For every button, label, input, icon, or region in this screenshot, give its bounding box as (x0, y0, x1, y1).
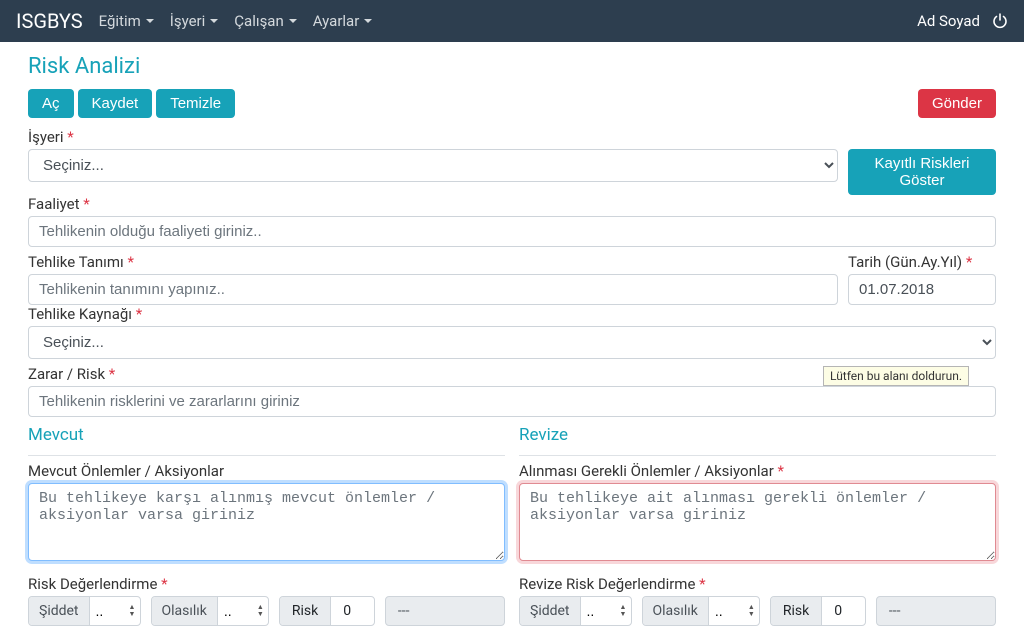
spinner-up-icon[interactable]: ▲ (748, 604, 755, 611)
spinner-down-icon[interactable]: ▼ (748, 611, 755, 618)
severity-label: Şiddet (520, 597, 581, 625)
hazard-def-input[interactable] (28, 274, 838, 305)
nav-label: Ayarlar (313, 12, 360, 30)
nav-ayarlar[interactable]: Ayarlar (313, 12, 373, 30)
risk-value: 0 (331, 597, 363, 625)
nav-label: Çalışan (234, 12, 283, 30)
show-saved-risks-button[interactable]: Kayıtlı Riskleri Göster (848, 149, 996, 195)
main-container: Risk Analizi Aç Kaydet Temizle Gönder İş… (0, 42, 1024, 642)
probability-input[interactable] (218, 597, 256, 625)
user-name: Ad Soyad (917, 12, 980, 30)
hazard-source-label: Tehlike Kaynağı * (28, 305, 996, 323)
spinner-down-icon[interactable]: ▼ (620, 611, 627, 618)
revised-risk-assessment-row: Şiddet ▲ ▼ Olasılık ▲ ▼ Risk (519, 596, 996, 626)
open-button[interactable]: Aç (28, 89, 74, 118)
revised-probability-input[interactable] (709, 597, 747, 625)
action-button-row: Aç Kaydet Temizle Gönder (28, 89, 996, 118)
brand-logo[interactable]: ISGBYS (16, 9, 83, 33)
current-section-title: Mevcut (28, 425, 505, 445)
two-column-section: Mevcut Mevcut Önlemler / Aksiyonlar Risk… (28, 423, 996, 626)
chevron-down-icon (364, 19, 372, 23)
revised-severity-input[interactable] (581, 597, 619, 625)
workplace-label: İşyeri * (28, 128, 838, 146)
revised-probability-group: Olasılık ▲ ▼ (642, 596, 760, 626)
severity-group: Şiddet ▲ ▼ (28, 596, 141, 626)
nav-isyeri[interactable]: İşyeri (170, 12, 219, 30)
damage-risk-input[interactable] (28, 386, 996, 417)
revised-column: Revize Alınması Gerekli Önlemler / Aksiy… (519, 423, 996, 626)
probability-spinner[interactable]: ▲ ▼ (256, 597, 268, 625)
spacer-label (848, 128, 996, 146)
chevron-down-icon (146, 19, 154, 23)
current-measures-textarea[interactable] (28, 483, 505, 561)
divider (519, 455, 996, 456)
workplace-row: İşyeri * Seçiniz... Kayıtlı Riskleri Gös… (28, 128, 996, 195)
nav-egitim[interactable]: Eğitim (99, 12, 154, 30)
revised-section-title: Revize (519, 425, 996, 445)
nav-label: İşyeri (170, 12, 206, 30)
navbar-right: Ad Soyad (917, 12, 1008, 30)
current-measures-label: Mevcut Önlemler / Aksiyonlar (28, 462, 505, 480)
risk-assessment-label: Risk Değerlendirme * (28, 575, 505, 593)
navbar-left: ISGBYS Eğitim İşyeri Çalışan Ayarlar (16, 9, 372, 33)
hazard-def-label: Tehlike Tanımı * (28, 253, 838, 271)
save-button[interactable]: Kaydet (78, 89, 153, 118)
send-button[interactable]: Gönder (918, 89, 996, 118)
spinner-up-icon[interactable]: ▲ (620, 604, 627, 611)
revised-severity-group: Şiddet ▲ ▼ (519, 596, 632, 626)
risk-value-display: Risk 0 (279, 596, 375, 626)
severity-input[interactable] (90, 597, 128, 625)
nav-label: Eğitim (99, 12, 141, 30)
navbar: ISGBYS Eğitim İşyeri Çalışan Ayarlar Ad … (0, 0, 1024, 42)
spinner-up-icon[interactable]: ▲ (257, 604, 264, 611)
activity-input[interactable] (28, 216, 996, 247)
spinner-up-icon[interactable]: ▲ (129, 604, 136, 611)
risk-label: Risk (771, 597, 822, 625)
probability-group: Olasılık ▲ ▼ (151, 596, 269, 626)
page-title: Risk Analizi (28, 54, 996, 79)
validation-tooltip: Lütfen bu alanı doldurun. (823, 366, 969, 386)
date-label: Tarih (Gün.Ay.Yıl) * (848, 253, 996, 271)
required-measures-textarea[interactable] (519, 483, 996, 561)
revised-risk-assessment-label: Revize Risk Değerlendirme * (519, 575, 996, 593)
nav-calisan[interactable]: Çalışan (234, 12, 296, 30)
workplace-select[interactable]: Seçiniz... (28, 149, 838, 182)
current-column: Mevcut Mevcut Önlemler / Aksiyonlar Risk… (28, 423, 505, 626)
revised-risk-value-display: Risk 0 (770, 596, 866, 626)
probability-label: Olasılık (643, 597, 709, 625)
chevron-down-icon (210, 19, 218, 23)
revised-risk-status: --- (876, 596, 996, 626)
spinner-down-icon[interactable]: ▼ (257, 611, 264, 618)
hazard-source-select[interactable]: Seçiniz... (28, 326, 996, 359)
date-input[interactable] (848, 274, 996, 305)
power-icon[interactable] (992, 13, 1008, 29)
risk-label: Risk (280, 597, 331, 625)
revised-probability-spinner[interactable]: ▲ ▼ (747, 597, 759, 625)
probability-label: Olasılık (152, 597, 218, 625)
divider (28, 455, 505, 456)
activity-label: Faaliyet * (28, 195, 996, 213)
left-buttons: Aç Kaydet Temizle (28, 89, 235, 118)
risk-assessment-row: Şiddet ▲ ▼ Olasılık ▲ ▼ Risk (28, 596, 505, 626)
revised-risk-value: 0 (822, 597, 854, 625)
severity-spinner[interactable]: ▲ ▼ (128, 597, 140, 625)
spinner-down-icon[interactable]: ▼ (129, 611, 136, 618)
required-measures-label: Alınması Gerekli Önlemler / Aksiyonlar * (519, 462, 996, 480)
severity-label: Şiddet (29, 597, 90, 625)
clear-button[interactable]: Temizle (156, 89, 235, 118)
chevron-down-icon (289, 19, 297, 23)
risk-status: --- (385, 596, 505, 626)
revised-severity-spinner[interactable]: ▲ ▼ (619, 597, 631, 625)
